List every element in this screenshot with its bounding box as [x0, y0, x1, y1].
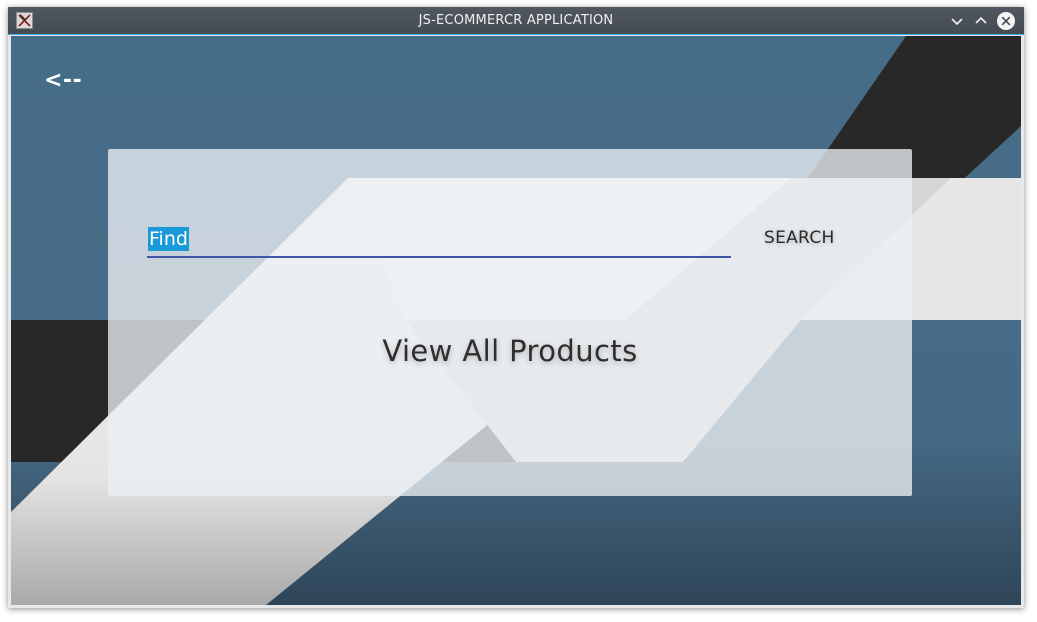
search-input-value[interactable]: Find: [148, 227, 189, 251]
app-window: JS-ECOMMERCR APPLICATION <-- Find SEARCH…: [8, 7, 1024, 608]
close-icon[interactable]: [996, 11, 1016, 31]
minimize-icon[interactable]: [947, 11, 967, 31]
search-input[interactable]: Find: [147, 226, 731, 258]
back-button[interactable]: <--: [44, 68, 82, 93]
view-all-products-button[interactable]: View All Products: [108, 334, 912, 368]
main-content: <-- Find SEARCH View All Products: [11, 36, 1021, 605]
search-panel: Find SEARCH View All Products: [108, 149, 912, 496]
title-bar[interactable]: JS-ECOMMERCR APPLICATION: [8, 7, 1024, 35]
window-title: JS-ECOMMERCR APPLICATION: [418, 13, 614, 28]
maximize-icon[interactable]: [971, 11, 991, 31]
search-button[interactable]: SEARCH: [764, 228, 835, 248]
